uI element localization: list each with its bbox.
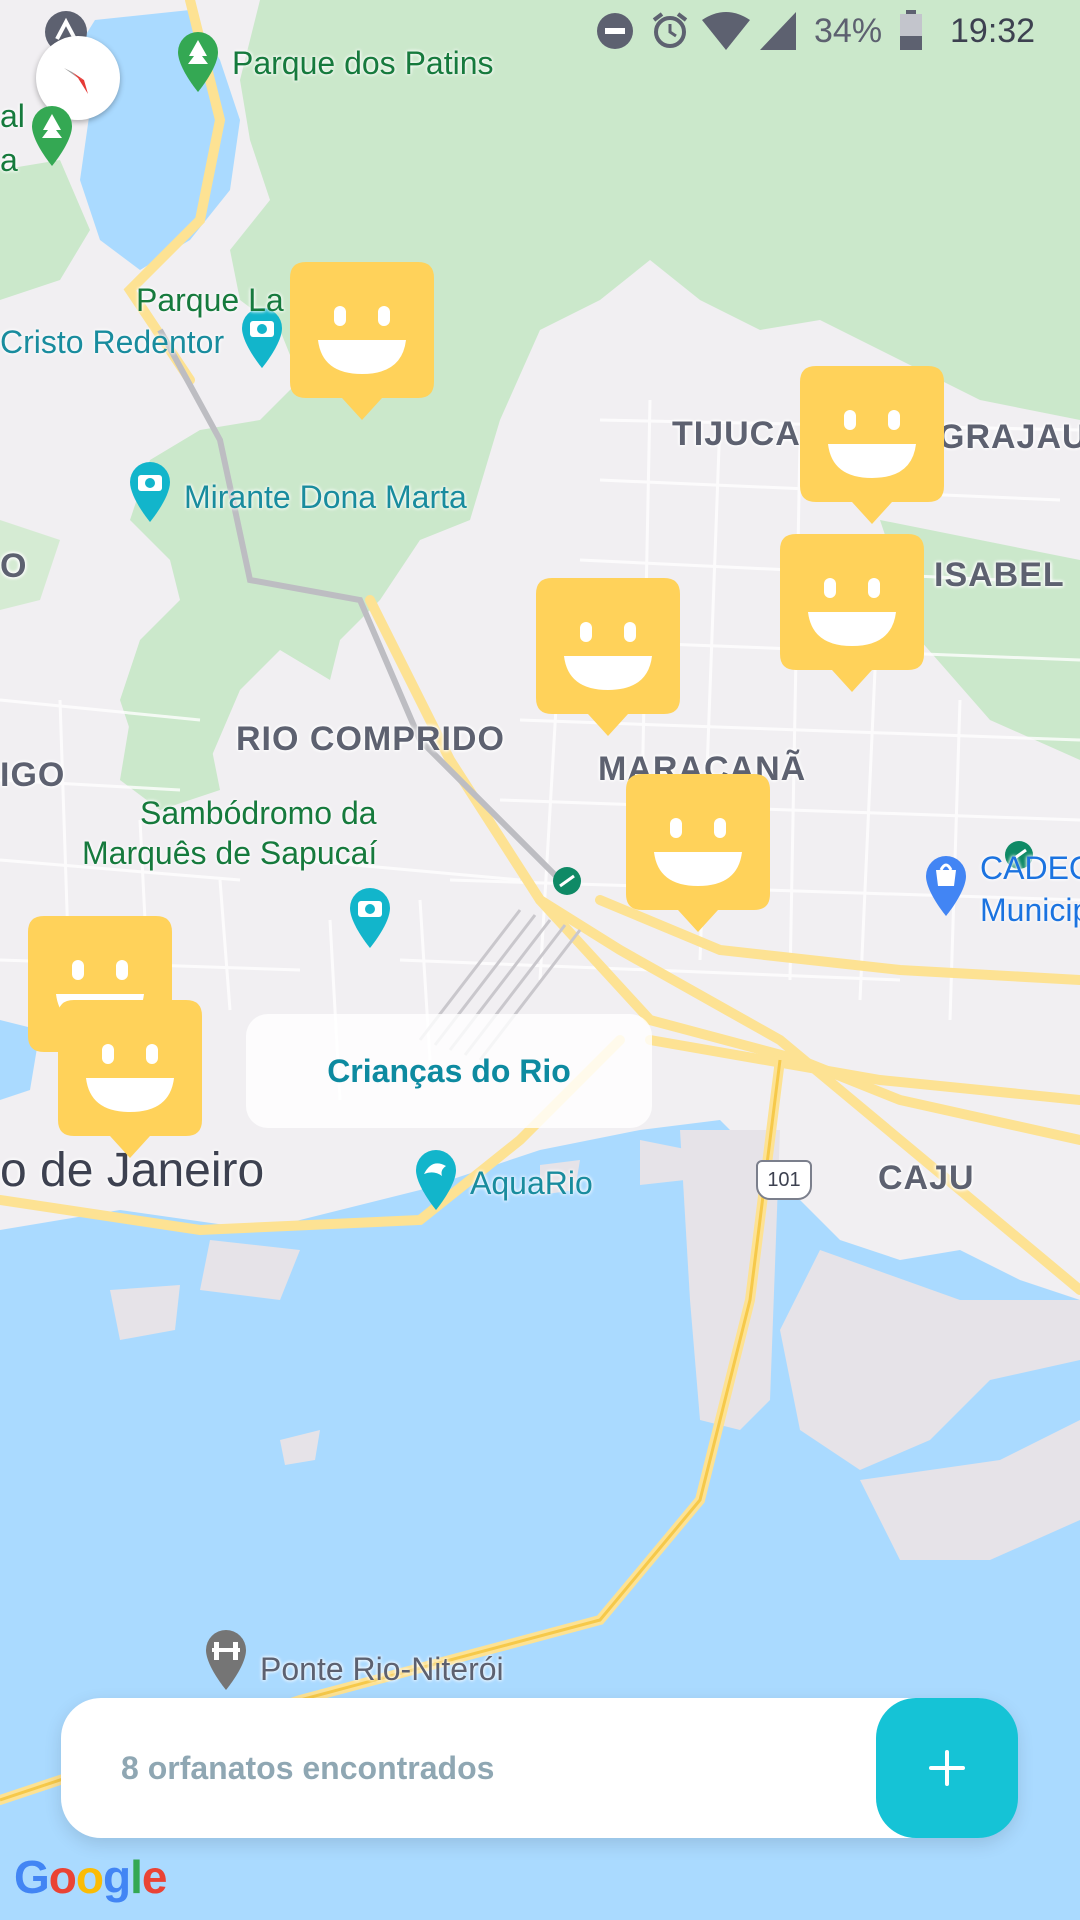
district-label-tijuca: TIJUCA xyxy=(672,415,801,453)
wifi-icon xyxy=(702,12,750,50)
district-label-o: O xyxy=(0,547,28,585)
orphanage-marker[interactable] xyxy=(626,774,770,934)
district-label-rio-comprido: RIO COMPRIDO xyxy=(236,720,505,758)
orphanage-marker[interactable] xyxy=(58,1000,202,1160)
poi-label-mirante: Mirante Dona Marta xyxy=(184,479,467,515)
camera-pin-icon[interactable] xyxy=(126,460,174,524)
orphanage-callout-label: Crianças do Rio xyxy=(327,1052,571,1089)
poi-label-cristo: Cristo Redentor xyxy=(0,324,225,360)
plus-icon xyxy=(929,1750,965,1786)
alarm-icon xyxy=(652,12,688,48)
poi-label-edge-a: a xyxy=(0,142,18,178)
google-logo: Google xyxy=(14,1851,167,1903)
poi-label-cadeg-2: Municip xyxy=(980,892,1080,928)
district-label-isabel: ISABEL xyxy=(934,556,1065,594)
orphanage-callout[interactable]: Crianças do Rio xyxy=(246,1014,652,1128)
poi-label-ponte: Ponte Rio-Niterói xyxy=(260,1651,504,1687)
district-label-grajau: GRAJAU xyxy=(938,418,1080,456)
clock: 19:32 xyxy=(950,12,1036,50)
highway-shield: 101 xyxy=(756,1160,812,1200)
poi-label-parque-la: Parque La xyxy=(136,282,284,318)
signal-icon xyxy=(760,12,796,50)
battery-percent: 34% xyxy=(814,12,883,50)
orphanage-marker[interactable] xyxy=(536,578,680,738)
district-label-igo: IGO xyxy=(0,756,66,794)
district-label-caju: CAJU xyxy=(878,1159,975,1197)
aquarium-pin-icon[interactable] xyxy=(412,1148,460,1212)
bottom-bar: 8 orfanatos encontrados xyxy=(61,1698,1017,1838)
poi-label-sambodromo-2: Marquês de Sapucaí xyxy=(82,835,378,871)
landmark-pin-icon[interactable] xyxy=(202,1628,250,1692)
poi-label-cadeg-1: CADEG xyxy=(980,850,1080,886)
status-bar: 34% 19:32 xyxy=(0,0,1080,62)
shopping-pin-icon[interactable] xyxy=(922,854,970,918)
orphanage-marker[interactable] xyxy=(780,534,924,694)
poi-label-edge-al: al xyxy=(0,98,25,134)
orphanage-count-text: 8 orfanatos encontrados xyxy=(121,1750,495,1786)
battery-icon xyxy=(900,10,922,50)
park-pin-icon[interactable] xyxy=(174,30,222,94)
add-orphanage-button[interactable] xyxy=(876,1698,1018,1838)
camera-pin-icon[interactable] xyxy=(346,886,394,950)
orphanage-marker[interactable] xyxy=(800,366,944,526)
park-pin-icon[interactable] xyxy=(28,104,76,168)
orphanage-marker[interactable] xyxy=(290,262,434,422)
do-not-disturb-icon xyxy=(597,13,633,49)
poi-label-sambodromo-1: Sambódromo da xyxy=(140,795,377,831)
poi-label-aquario: AquaRio xyxy=(470,1165,593,1201)
transit-icon[interactable] xyxy=(552,866,582,896)
highway-shield-number: 101 xyxy=(767,1168,801,1191)
poi-label-parque-patins: Parque dos Patins xyxy=(232,45,494,81)
